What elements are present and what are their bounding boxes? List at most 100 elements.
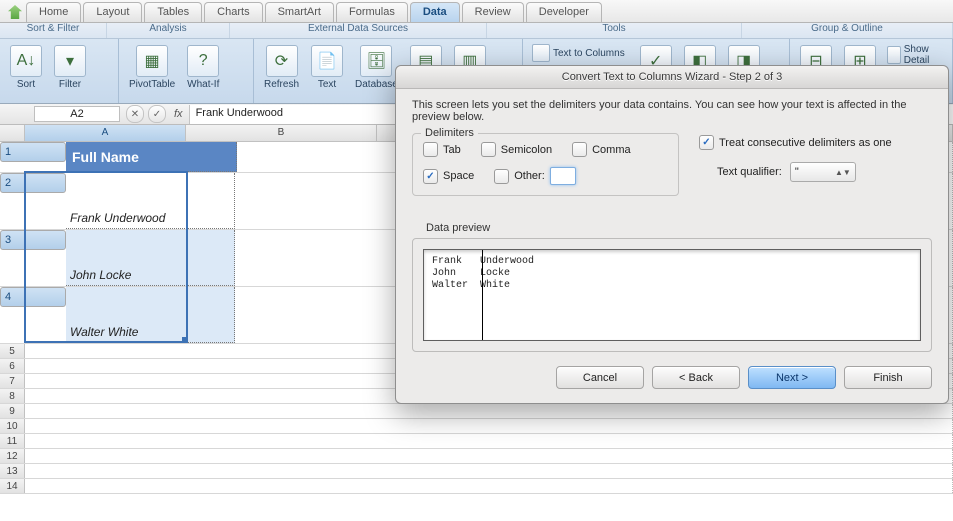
delimiter-comma-checkbox[interactable] <box>572 142 587 157</box>
filter-button[interactable]: ▾ Filter <box>50 43 90 92</box>
tab-review[interactable]: Review <box>462 2 524 22</box>
cancel-button[interactable]: Cancel <box>556 366 644 389</box>
treat-consecutive-row: Treat consecutive delimiters as one <box>699 135 932 150</box>
row-header-8[interactable]: 8 <box>0 389 25 403</box>
tab-formulas[interactable]: Formulas <box>336 2 408 22</box>
cell-a1[interactable]: Full Name <box>66 142 237 172</box>
delimiter-space-row: Space <box>423 167 474 185</box>
cell-row13[interactable] <box>25 464 953 478</box>
database-label: Database <box>355 79 398 90</box>
delimiter-tab-checkbox[interactable] <box>423 142 438 157</box>
pivottable-icon: ▦ <box>136 45 168 77</box>
text-qualifier-label: Text qualifier: <box>717 166 782 178</box>
delimiter-tab-row: Tab <box>423 142 461 157</box>
text-to-columns-icon <box>532 44 550 62</box>
row-header-2[interactable]: 2 <box>0 173 66 193</box>
row-header-10[interactable]: 10 <box>0 419 25 433</box>
cell-row9[interactable] <box>25 404 953 418</box>
cell-a4[interactable]: Walter White <box>66 287 235 343</box>
delimiter-other-input[interactable] <box>550 167 576 185</box>
treat-consecutive-checkbox[interactable] <box>699 135 714 150</box>
cell-row10[interactable] <box>25 419 953 433</box>
tab-tables[interactable]: Tables <box>144 2 202 22</box>
database-icon: 🗄 <box>360 45 392 77</box>
text-button[interactable]: 📄 Text <box>307 43 347 92</box>
menu-tabs: Home Layout Tables Charts SmartArt Formu… <box>0 0 953 23</box>
cancel-formula-icon[interactable]: ✕ <box>126 105 144 123</box>
textfile-icon: 📄 <box>311 45 343 77</box>
delimiter-comma-label: Comma <box>592 144 631 156</box>
row-header-7[interactable]: 7 <box>0 374 25 388</box>
group-label-tools: Tools <box>487 23 742 38</box>
delimiter-semicolon-row: Semicolon <box>481 142 552 157</box>
text-to-columns-button[interactable]: Text to Columns <box>529 43 628 63</box>
tab-layout[interactable]: Layout <box>83 2 142 22</box>
cell-row12[interactable] <box>25 449 953 463</box>
text-to-columns-wizard-dialog: Convert Text to Columns Wizard - Step 2 … <box>395 65 949 404</box>
row-header-3[interactable]: 3 <box>0 230 66 250</box>
finish-button[interactable]: Finish <box>844 366 932 389</box>
cell-row14[interactable] <box>25 479 953 493</box>
filter-label: Filter <box>59 79 81 90</box>
dialog-buttons: Cancel < Back Next > Finish <box>412 366 932 389</box>
dialog-title: Convert Text to Columns Wizard - Step 2 … <box>396 66 948 89</box>
show-detail-icon <box>887 46 901 64</box>
home-icon[interactable] <box>8 5 22 19</box>
preview-row-2: John Locke <box>432 268 912 280</box>
col-header-a[interactable]: A <box>25 125 186 141</box>
delimiter-other-checkbox[interactable] <box>494 169 509 184</box>
next-button[interactable]: Next > <box>748 366 836 389</box>
sort-button[interactable]: A↓ Sort <box>6 43 46 92</box>
data-preview-label: Data preview <box>426 222 932 234</box>
sort-icon: A↓ <box>10 45 42 77</box>
filter-icon: ▾ <box>54 45 86 77</box>
whatif-label: What-If <box>187 79 219 90</box>
ribbon-group-labels: Sort & Filter Analysis External Data Sou… <box>0 23 953 39</box>
cell-a2[interactable]: Frank Underwood <box>66 173 235 229</box>
tab-developer[interactable]: Developer <box>526 2 602 22</box>
sort-label: Sort <box>17 79 35 90</box>
col-header-b[interactable]: B <box>186 125 377 141</box>
show-detail-button[interactable]: Show Detail <box>884 43 946 67</box>
group-label-groupoutline: Group & Outline <box>742 23 953 38</box>
delimiter-semicolon-checkbox[interactable] <box>481 142 496 157</box>
cell-row11[interactable] <box>25 434 953 448</box>
row-header-11[interactable]: 11 <box>0 434 25 448</box>
tab-data[interactable]: Data <box>410 2 460 22</box>
preview-row-1: Frank Underwood <box>432 256 912 268</box>
row-header-13[interactable]: 13 <box>0 464 25 478</box>
row-header-14[interactable]: 14 <box>0 479 25 493</box>
text-label: Text <box>318 79 336 90</box>
name-box[interactable]: A2 <box>34 106 120 122</box>
group-label-external: External Data Sources <box>230 23 487 38</box>
whatif-button[interactable]: ? What-If <box>183 43 223 92</box>
refresh-button[interactable]: ⟳Refresh <box>260 43 303 92</box>
text-to-columns-label: Text to Columns <box>553 48 625 59</box>
refresh-label: Refresh <box>264 79 299 90</box>
delimiter-space-label: Space <box>443 170 474 182</box>
row-header-5[interactable]: 5 <box>0 344 25 358</box>
group-label-analysis: Analysis <box>107 23 230 38</box>
row-header-12[interactable]: 12 <box>0 449 25 463</box>
dialog-intro-text: This screen lets you set the delimiters … <box>412 99 932 123</box>
row-header-1[interactable]: 1 <box>0 142 66 162</box>
row-header-9[interactable]: 9 <box>0 404 25 418</box>
pivottable-button[interactable]: ▦PivotTable <box>125 43 179 92</box>
fx-label[interactable]: fx <box>174 108 183 120</box>
back-button[interactable]: < Back <box>652 366 740 389</box>
select-all-corner[interactable] <box>0 125 25 141</box>
whatif-icon: ? <box>187 45 219 77</box>
text-qualifier-value: " <box>795 166 799 178</box>
text-qualifier-row: Text qualifier: "▲▼ <box>717 162 932 182</box>
cell-a3[interactable]: John Locke <box>66 230 235 286</box>
tab-home[interactable]: Home <box>26 2 81 22</box>
tab-smartart[interactable]: SmartArt <box>265 2 334 22</box>
accept-formula-icon[interactable]: ✓ <box>148 105 166 123</box>
row-header-6[interactable]: 6 <box>0 359 25 373</box>
row-header-4[interactable]: 4 <box>0 287 66 307</box>
tab-charts[interactable]: Charts <box>204 2 262 22</box>
data-preview-box[interactable]: Frank Underwood John Locke Walter White <box>423 249 921 341</box>
delimiter-space-checkbox[interactable] <box>423 169 438 184</box>
treat-consecutive-label: Treat consecutive delimiters as one <box>719 137 892 149</box>
text-qualifier-select[interactable]: "▲▼ <box>790 162 856 182</box>
